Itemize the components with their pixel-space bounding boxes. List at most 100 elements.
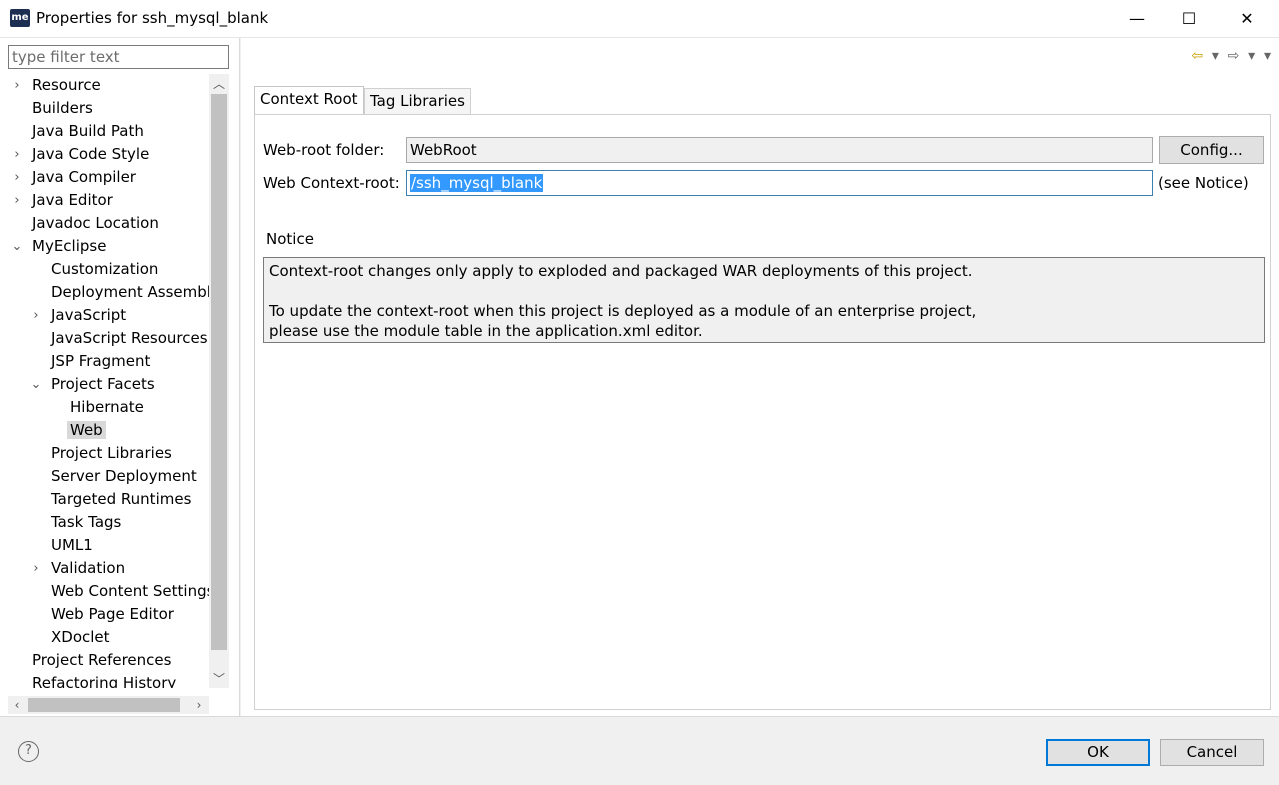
tree-item[interactable]: › JavaScript [33, 304, 129, 327]
scroll-up-arrow-icon[interactable]: ︿ [209, 75, 229, 93]
tree-item[interactable]: Project References [29, 649, 174, 672]
tree-item[interactable]: › Java Code Style [14, 143, 152, 166]
back-dropdown-icon[interactable]: ▾ [1212, 48, 1219, 64]
notice-line: please use the module table in the appli… [269, 322, 703, 340]
ok-button[interactable]: OK [1046, 739, 1150, 766]
tree-item-label: Project References [32, 651, 172, 669]
collapsed-chevron-icon[interactable]: › [9, 143, 25, 166]
tree-item[interactable]: XDoclet [48, 626, 113, 649]
tree-item-label: Project Facets [51, 375, 155, 393]
tree-item[interactable]: ⌄ Project Facets [31, 373, 158, 396]
tree-item-label: Targeted Runtimes [51, 490, 192, 508]
tree-item-label: Resource [32, 76, 101, 94]
help-icon[interactable]: ? [18, 741, 39, 762]
tree-item-label: JavaScript Resources [51, 329, 208, 347]
tree-item[interactable]: Java Build Path [29, 120, 147, 143]
tab-tag-libraries[interactable]: Tag Libraries [364, 88, 471, 114]
tree-item[interactable]: Web [67, 419, 106, 442]
navigation-toolbar: ⇦ ▾ ⇨ ▾ ▾ [1187, 46, 1271, 66]
horizontal-scroll-thumb[interactable] [28, 698, 180, 712]
tree-item[interactable]: Javadoc Location [29, 212, 162, 235]
expanded-chevron-icon[interactable]: ⌄ [28, 373, 44, 396]
close-button[interactable]: ✕ [1222, 0, 1272, 38]
forward-arrow-icon[interactable]: ⇨ [1228, 48, 1240, 64]
tree-item-label: Java Compiler [32, 168, 136, 186]
tree-item[interactable]: JavaScript Resources [48, 327, 210, 350]
web-context-root-label: Web Context-root: [263, 174, 400, 192]
collapsed-chevron-icon[interactable]: › [9, 166, 25, 189]
tree-item-label: Web [67, 421, 106, 439]
tree-vertical-scrollbar[interactable]: ︿ ﹀ [209, 74, 229, 688]
minimize-button[interactable]: — [1112, 0, 1162, 38]
tree-item-label: Javadoc Location [32, 214, 159, 232]
tree-item-label: Java Build Path [32, 122, 144, 140]
property-page-content: ⇦ ▾ ⇨ ▾ ▾ Tag Libraries Context Root Web… [241, 38, 1279, 716]
tree-item[interactable]: › Resource [14, 74, 104, 97]
scroll-down-arrow-icon[interactable]: ﹀ [209, 670, 229, 688]
tree-item[interactable]: JSP Fragment [48, 350, 153, 373]
tree-item[interactable]: ⌄ MyEclipse [12, 235, 109, 258]
tree-item[interactable]: › Java Editor [14, 189, 116, 212]
tree-item-label: Project Libraries [51, 444, 172, 462]
tree-item[interactable]: Web Content Settings [48, 580, 210, 603]
config-button[interactable]: Config... [1159, 136, 1264, 164]
tree-item-label: Task Tags [51, 513, 122, 531]
window-title: Properties for ssh_mysql_blank [36, 9, 269, 27]
forward-dropdown-icon[interactable]: ▾ [1248, 48, 1255, 64]
tree-item-label: Web Content Settings [51, 582, 210, 600]
maximize-button[interactable]: ☐ [1164, 0, 1214, 38]
web-context-root-input[interactable]: /ssh_mysql_blank [406, 170, 1153, 196]
tree-item[interactable]: Hibernate [67, 396, 147, 419]
context-root-selected-text: /ssh_mysql_blank [410, 174, 544, 192]
tree-item[interactable]: UML1 [48, 534, 96, 557]
tree-item[interactable]: Task Tags [48, 511, 124, 534]
tree-item[interactable]: Deployment Assembly [48, 281, 210, 304]
collapsed-chevron-icon[interactable]: › [9, 74, 25, 97]
tree-item-label: Java Code Style [32, 145, 150, 163]
tree-item[interactable]: Project Libraries [48, 442, 175, 465]
tree-item[interactable]: Web Page Editor [48, 603, 177, 626]
notice-line: To update the context-root when this pro… [269, 302, 977, 320]
tree-item[interactable]: Customization [48, 258, 161, 281]
web-root-folder-label: Web-root folder: [263, 141, 385, 159]
context-root-tab-panel: Web-root folder: WebRoot Config... Web C… [254, 114, 1271, 710]
tree-item-label: Refactoring History [32, 674, 177, 688]
back-arrow-icon[interactable]: ⇦ [1191, 48, 1203, 64]
see-notice-label: (see Notice) [1158, 174, 1249, 192]
expanded-chevron-icon[interactable]: ⌄ [9, 235, 25, 258]
scroll-right-arrow-icon[interactable]: › [190, 696, 208, 714]
tab-context-root[interactable]: Context Root [254, 86, 364, 114]
title-bar: me Properties for ssh_mysql_blank — ☐ ✕ [0, 0, 1279, 38]
cancel-button[interactable]: Cancel [1160, 739, 1264, 766]
view-menu-icon[interactable]: ▾ [1264, 48, 1271, 64]
tree-item-label: UML1 [51, 536, 93, 554]
collapsed-chevron-icon[interactable]: › [28, 304, 44, 327]
property-page-tree: › Resource Builders Java Build Path › Java Co… [0, 74, 210, 688]
tree-item-label: Customization [51, 260, 159, 278]
tree-item-label: Deployment Assembly [51, 283, 210, 301]
vertical-scroll-thumb[interactable] [211, 94, 227, 650]
tree-item[interactable]: Builders [29, 97, 96, 120]
tree-item[interactable]: Targeted Runtimes [48, 488, 194, 511]
tree-item-label: Java Editor [32, 191, 113, 209]
tree-item[interactable]: › Validation [33, 557, 128, 580]
tree-item[interactable]: Refactoring History [29, 672, 179, 688]
tree-item-label: Validation [51, 559, 126, 577]
scroll-left-arrow-icon[interactable]: ‹ [8, 696, 26, 714]
collapsed-chevron-icon[interactable]: › [9, 189, 25, 212]
tree-item-label: MyEclipse [32, 237, 107, 255]
tree-item[interactable]: Server Deployment [48, 465, 200, 488]
collapsed-chevron-icon[interactable]: › [28, 557, 44, 580]
tree-item-label: Builders [32, 99, 93, 117]
notice-title: Notice [266, 230, 314, 248]
tree-item-label: Hibernate [70, 398, 144, 416]
tree-item[interactable]: › Java Compiler [14, 166, 139, 189]
property-page-tree-panel: ›ResourceBuildersJava Build Path›Java Co… [0, 38, 240, 716]
web-root-folder-field: WebRoot [406, 137, 1153, 163]
tree-horizontal-scrollbar[interactable]: ‹ › [8, 696, 209, 714]
filter-input[interactable] [8, 45, 229, 69]
tree-item-label: XDoclet [51, 628, 110, 646]
tree-item-label: JSP Fragment [51, 352, 151, 370]
tree-item-label: Server Deployment [51, 467, 197, 485]
notice-line: Context-root changes only apply to explo… [269, 262, 973, 280]
